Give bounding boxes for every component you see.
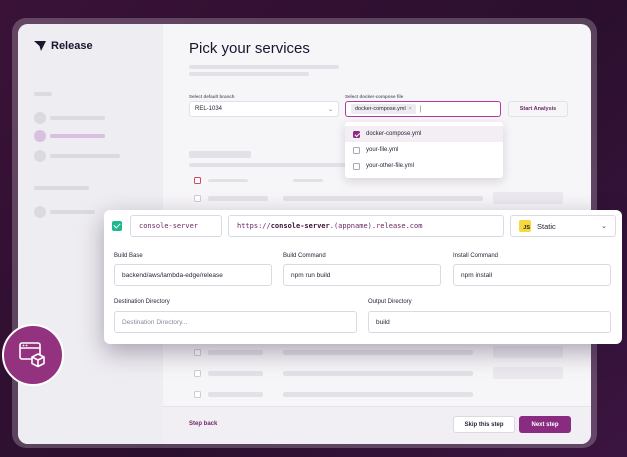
table-row-skeleton (283, 350, 473, 355)
sidebar-item-skeleton (50, 116, 105, 120)
build-command-input[interactable]: npm run build (283, 264, 441, 286)
service-name-field[interactable]: console-server (130, 215, 222, 237)
service-url-field[interactable]: https://console-server.(appname).release… (228, 215, 504, 237)
output-directory-input[interactable]: build (368, 311, 611, 333)
table-row-checkbox[interactable] (194, 370, 201, 377)
url-prefix: https:// (237, 222, 271, 230)
build-command-label: Build Command (283, 253, 326, 259)
table-row-select[interactable] (493, 192, 563, 204)
url-host: console-server (270, 222, 330, 230)
table-row-checkbox[interactable] (194, 391, 201, 398)
page-title: Pick your services (189, 40, 310, 57)
compose-dropdown: docker-compose.yml your-file.yml your-ot… (345, 122, 503, 178)
release-logo-icon (34, 41, 46, 51)
sidebar-item-icon[interactable] (34, 206, 46, 218)
table-row-select[interactable] (493, 346, 563, 358)
step-back-link[interactable]: Step back (189, 421, 217, 427)
table-row-skeleton (208, 392, 263, 397)
chevron-down-icon: ⌄ (327, 106, 333, 113)
output-directory-label: Output Directory (368, 299, 412, 305)
table-row-checkbox[interactable] (194, 195, 201, 202)
subtitle-skeleton (189, 65, 339, 69)
compose-select[interactable]: docker-compose.yml × | (345, 101, 501, 117)
sidebar-item-icon[interactable] (34, 150, 46, 162)
table-row-skeleton (208, 196, 268, 201)
subtitle-skeleton (189, 72, 309, 76)
table-row-skeleton (208, 350, 263, 355)
table-row-checkbox[interactable] (194, 349, 201, 356)
compose-option[interactable]: docker-compose.yml (345, 126, 503, 142)
sidebar-skeleton (34, 92, 52, 96)
table-row-skeleton (208, 371, 263, 376)
branch-select[interactable]: REL-1034 ⌄ (189, 101, 339, 117)
build-base-label: Build Base (114, 253, 143, 259)
compose-option-label: docker-compose.yml (366, 131, 422, 137)
compose-option[interactable]: your-other-file.yml (345, 158, 503, 174)
build-base-input[interactable]: backend/aws/lambda-edge/release (114, 264, 272, 286)
section-skeleton (189, 163, 359, 167)
javascript-icon: JS (519, 220, 531, 232)
option-checkbox[interactable] (353, 130, 360, 138)
install-command-label: Install Command (453, 253, 499, 259)
compose-chip[interactable]: docker-compose.yml × (351, 104, 416, 114)
branch-value: REL-1034 (195, 106, 223, 112)
runtime-value: Static (537, 221, 556, 231)
branch-label: Select default branch (189, 94, 235, 99)
next-step-button[interactable]: Next step (519, 416, 571, 433)
table-row-skeleton (283, 196, 483, 201)
table-row-select[interactable] (493, 367, 563, 379)
brand-name: Release (51, 40, 93, 52)
service-url: https://console-server.(appname).release… (237, 222, 422, 230)
close-icon[interactable]: × (409, 106, 412, 112)
table-row-skeleton (283, 392, 473, 397)
compose-option[interactable]: your-file.yml (345, 142, 503, 158)
sidebar-item-skeleton (50, 154, 120, 158)
install-command-input[interactable]: npm install (453, 264, 611, 286)
sidebar-item-active-skeleton (50, 134, 105, 138)
table-row-skeleton (283, 371, 473, 376)
sidebar-skeleton (34, 186, 89, 190)
option-checkbox[interactable] (353, 162, 360, 170)
destination-directory-label: Destination Directory (114, 299, 170, 305)
skip-step-button[interactable]: Skip this step (453, 416, 515, 433)
compose-chip-label: docker-compose.yml (355, 106, 406, 112)
compose-option-label: your-other-file.yml (366, 163, 415, 169)
wizard-footer: Step back Skip this step Next step (163, 406, 591, 444)
browser-package-icon (2, 324, 64, 386)
browser-package-glyph (19, 342, 45, 368)
sidebar-item-skeleton (50, 210, 95, 214)
sidebar-item-active-icon[interactable] (34, 130, 46, 142)
service-name: console-server (139, 222, 199, 230)
compose-option-label: your-file.yml (366, 147, 399, 153)
service-checkbox[interactable] (112, 221, 122, 231)
sidebar-item-icon[interactable] (34, 112, 46, 124)
destination-directory-input[interactable]: Destination Directory... (114, 311, 357, 333)
brand-logo[interactable]: Release (34, 40, 93, 52)
section-skeleton (189, 151, 251, 158)
url-suffix: .(appname).release.com (329, 222, 423, 230)
table-header-skeleton (208, 179, 248, 182)
start-analysis-button[interactable]: Start Analysis (508, 101, 568, 117)
chevron-down-icon: ⌄ (601, 223, 607, 230)
table-header-skeleton (293, 179, 323, 182)
service-card: console-server https://console-server.(a… (104, 210, 622, 344)
option-checkbox[interactable] (353, 146, 360, 154)
text-cursor: | (419, 105, 422, 113)
runtime-select[interactable]: JS Static ⌄ (510, 215, 616, 237)
table-header-checkbox[interactable] (194, 177, 201, 184)
compose-label: Select docker-compose file (345, 94, 404, 99)
